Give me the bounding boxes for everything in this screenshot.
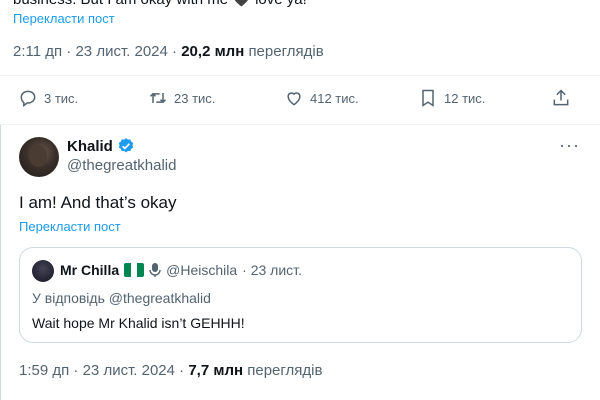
- views-label: переглядів: [248, 43, 324, 60]
- like-count: 412 тис.: [310, 90, 359, 106]
- tweet-meta: 1:59 дп · 23 лист. 2024 · 7,7 млн перегл…: [19, 362, 322, 379]
- microphone-icon: [149, 263, 161, 277]
- reply-tweet[interactable]: Khalid @thegreatkhalid ··· I am! And tha…: [0, 125, 600, 400]
- like-icon: [287, 92, 301, 106]
- separator-dot: ·: [73, 362, 83, 379]
- verified-badge-icon: [118, 138, 134, 153]
- retweet-icon: [149, 92, 167, 104]
- quote-text: Wait hope Mr Khalid isn’t GEHHH!: [32, 315, 245, 331]
- author-name[interactable]: Khalid: [67, 138, 113, 155]
- quote-reply-to: У відповідь @thegreatkhalid: [32, 290, 211, 306]
- tweet-top-text: business. But I am okay with me 🖤 love y…: [13, 0, 307, 8]
- tweet-date[interactable]: 23 лист. 2024: [83, 362, 175, 379]
- like-button[interactable]: 412 тис.: [284, 88, 359, 108]
- nigeria-flag-icon: [124, 263, 145, 277]
- views-count: 7,7 млн: [188, 362, 244, 379]
- quote-avatar: [32, 260, 54, 282]
- author-name-row: Khalid: [67, 137, 135, 155]
- separator-dot: ·: [172, 43, 182, 60]
- tweet-actions: 3 тис. 23 тис. 412 тис. 12 тис.: [0, 88, 600, 118]
- tweet-time[interactable]: 1:59 дп: [19, 362, 69, 379]
- retweet-count: 23 тис.: [174, 90, 216, 106]
- quote-header: Mr Chilla @Heischila · 23 лист.: [60, 262, 302, 278]
- quote-author-name: Mr Chilla: [60, 262, 120, 278]
- bookmark-icon: [422, 89, 434, 107]
- share-button[interactable]: [551, 88, 571, 108]
- author-handle[interactable]: @thegreatkhalid: [67, 157, 176, 174]
- divider: [0, 75, 600, 76]
- reply-icon: [20, 90, 36, 107]
- avatar[interactable]: [19, 137, 59, 177]
- views-label: переглядів: [247, 362, 323, 379]
- bookmark-count: 12 тис.: [444, 90, 486, 106]
- retweet-button[interactable]: 23 тис.: [148, 88, 215, 108]
- quoted-tweet[interactable]: Mr Chilla @Heischila · 23 лист. У відпов…: [19, 247, 582, 343]
- reply-button[interactable]: 3 тис.: [18, 88, 78, 108]
- more-icon[interactable]: ···: [559, 135, 580, 156]
- translate-post-link[interactable]: Перекласти пост: [13, 11, 115, 26]
- share-icon: [553, 89, 569, 106]
- bookmark-button[interactable]: 12 тис.: [418, 88, 485, 108]
- translate-post-link[interactable]: Перекласти пост: [19, 219, 121, 234]
- quote-author-handle: @Heischila: [166, 262, 238, 278]
- tweet-text: I am! And that’s okay: [19, 193, 177, 212]
- tweet-date[interactable]: 23 лист. 2024: [75, 43, 167, 60]
- tweet-meta: 2:11 дп · 23 лист. 2024 · 20,2 млн перег…: [13, 43, 324, 60]
- quote-date: · 23 лист.: [242, 262, 302, 278]
- tweet-time[interactable]: 2:11 дп: [13, 43, 62, 60]
- reply-count: 3 тис.: [44, 90, 79, 106]
- separator-dot: ·: [179, 362, 189, 379]
- views-count: 20,2 млн: [181, 43, 245, 60]
